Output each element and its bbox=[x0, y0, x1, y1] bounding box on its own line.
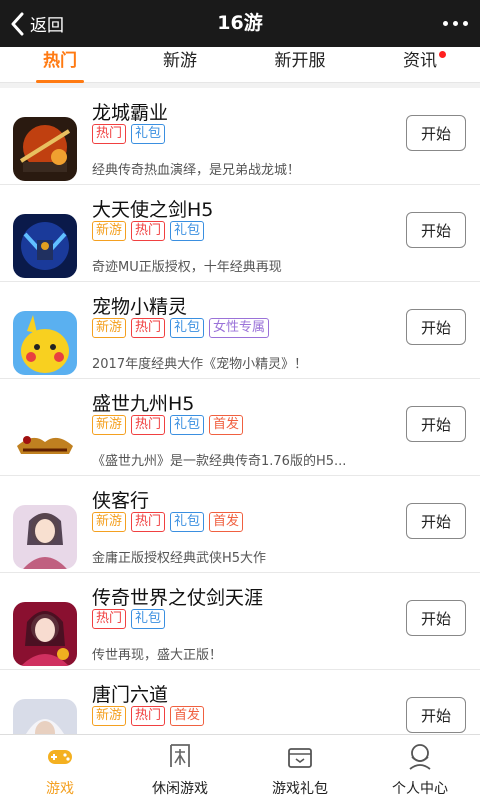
page-title: 16游 bbox=[217, 12, 263, 34]
tab-new-servers[interactable]: 新开服 bbox=[240, 47, 360, 83]
game-icon bbox=[13, 117, 77, 181]
game-desc: 传世再现，盛大正版！ bbox=[92, 648, 223, 663]
more-menu-icon[interactable] bbox=[443, 0, 468, 47]
tag-gift: 礼包 bbox=[131, 609, 166, 629]
tag-gift: 礼包 bbox=[170, 415, 205, 435]
list-item[interactable]: 盛世九州H5 新游 热门 礼包 首发 《盛世九州》是一款经典传奇1.76版的H5… bbox=[0, 379, 480, 476]
tag-new: 新游 bbox=[92, 221, 127, 241]
tag-gift: 礼包 bbox=[131, 124, 166, 144]
tab-new-games[interactable]: 新游 bbox=[120, 47, 240, 83]
tag-hot: 热门 bbox=[131, 415, 166, 435]
gift-box-icon bbox=[288, 748, 312, 768]
game-icon bbox=[13, 408, 77, 472]
top-bar: 返回 16游 bbox=[0, 0, 480, 47]
tag-hot: 热门 bbox=[92, 124, 127, 144]
list-item[interactable]: 传奇世界之仗剑天涯 热门 礼包 传世再现，盛大正版！ 开始 bbox=[0, 573, 480, 670]
list-item[interactable]: 宠物小精灵 新游 热门 礼包 女性专属 2017年度经典大作《宠物小精灵》！ 开… bbox=[0, 282, 480, 379]
start-button[interactable]: 开始 bbox=[406, 212, 466, 248]
tab-hot[interactable]: 热门 bbox=[0, 47, 120, 83]
nav-profile[interactable]: 个人中心 bbox=[360, 735, 480, 800]
gamepad-icon bbox=[48, 750, 72, 764]
game-name: 传奇世界之仗剑天涯 bbox=[92, 587, 264, 609]
game-desc: 经典传奇热血演绎，是兄弟战龙城！ bbox=[92, 163, 301, 178]
tag-hot: 热门 bbox=[131, 318, 166, 338]
tag-female: 女性专属 bbox=[209, 318, 270, 338]
tag-gift: 礼包 bbox=[170, 318, 205, 338]
list-item[interactable]: 唐门六道 新游 热门 首发 开始 bbox=[0, 670, 480, 734]
game-icon bbox=[13, 311, 77, 375]
tag-debut: 首发 bbox=[170, 706, 205, 726]
tag-hot: 热门 bbox=[131, 706, 166, 726]
tag-hot: 热门 bbox=[131, 512, 166, 532]
game-icon bbox=[13, 699, 77, 734]
tab-active-indicator bbox=[36, 80, 84, 83]
tab-new-servers-label: 新开服 bbox=[274, 51, 326, 71]
game-icon bbox=[13, 214, 77, 278]
tag-hot: 热门 bbox=[92, 609, 127, 629]
game-desc: 2017年度经典大作《宠物小精灵》！ bbox=[92, 357, 308, 372]
start-button[interactable]: 开始 bbox=[406, 309, 466, 345]
nav-leisure[interactable]: 休闲游戏 bbox=[120, 735, 240, 800]
notification-dot bbox=[439, 51, 446, 58]
start-button[interactable]: 开始 bbox=[406, 115, 466, 151]
user-icon bbox=[409, 744, 431, 770]
nav-leisure-label: 休闲游戏 bbox=[152, 781, 208, 797]
list-item[interactable]: 龙城霸业 热门 礼包 经典传奇热血演绎，是兄弟战龙城！ 开始 bbox=[0, 88, 480, 185]
list-item[interactable]: 大天使之剑H5 新游 热门 礼包 奇迹MU正版授权，十年经典再现 开始 bbox=[0, 185, 480, 282]
game-icon bbox=[13, 505, 77, 569]
game-name: 盛世九州H5 bbox=[92, 393, 195, 415]
tab-news[interactable]: 资讯 bbox=[360, 47, 480, 83]
game-icon bbox=[13, 602, 77, 666]
start-button[interactable]: 开始 bbox=[406, 697, 466, 733]
game-list: 龙城霸业 热门 礼包 经典传奇热血演绎，是兄弟战龙城！ 开始 大天使之剑H5 新… bbox=[0, 88, 480, 734]
game-desc: 奇迹MU正版授权，十年经典再现 bbox=[92, 260, 282, 275]
bottom-nav: 游戏 休闲游戏 游戏礼包 个人中心 bbox=[0, 734, 480, 800]
game-name: 侠客行 bbox=[92, 490, 150, 512]
game-name: 宠物小精灵 bbox=[92, 296, 188, 318]
tag-new: 新游 bbox=[92, 706, 127, 726]
game-name: 龙城霸业 bbox=[92, 102, 169, 124]
tag-new: 新游 bbox=[92, 415, 127, 435]
tag-debut: 首发 bbox=[209, 512, 244, 532]
tab-hot-label: 热门 bbox=[43, 51, 77, 71]
game-name: 大天使之剑H5 bbox=[92, 199, 214, 221]
tag-gift: 礼包 bbox=[170, 221, 205, 241]
tag-debut: 首发 bbox=[209, 415, 244, 435]
tag-new: 新游 bbox=[92, 318, 127, 338]
nav-games-label: 游戏 bbox=[46, 781, 74, 797]
start-button[interactable]: 开始 bbox=[406, 600, 466, 636]
start-button[interactable]: 开始 bbox=[406, 503, 466, 539]
game-name: 唐门六道 bbox=[92, 684, 169, 706]
list-item[interactable]: 侠客行 新游 热门 礼包 首发 金庸正版授权经典武侠H5大作 开始 bbox=[0, 476, 480, 573]
nav-profile-label: 个人中心 bbox=[392, 781, 448, 797]
tag-new: 新游 bbox=[92, 512, 127, 532]
game-desc: 金庸正版授权经典武侠H5大作 bbox=[92, 551, 267, 566]
tab-bar: 热门 新游 新开服 资讯 bbox=[0, 47, 480, 83]
nav-gifts-label: 游戏礼包 bbox=[272, 781, 328, 797]
start-button[interactable]: 开始 bbox=[406, 406, 466, 442]
tag-gift: 礼包 bbox=[170, 512, 205, 532]
leisure-icon bbox=[170, 744, 190, 767]
tag-hot: 热门 bbox=[131, 221, 166, 241]
nav-gifts[interactable]: 游戏礼包 bbox=[240, 735, 360, 800]
nav-games[interactable]: 游戏 bbox=[0, 735, 120, 800]
tab-news-label: 资讯 bbox=[403, 51, 437, 71]
tab-new-games-label: 新游 bbox=[163, 51, 197, 71]
game-desc: 《盛世九州》是一款经典传奇1.76版的H5... bbox=[92, 454, 347, 469]
